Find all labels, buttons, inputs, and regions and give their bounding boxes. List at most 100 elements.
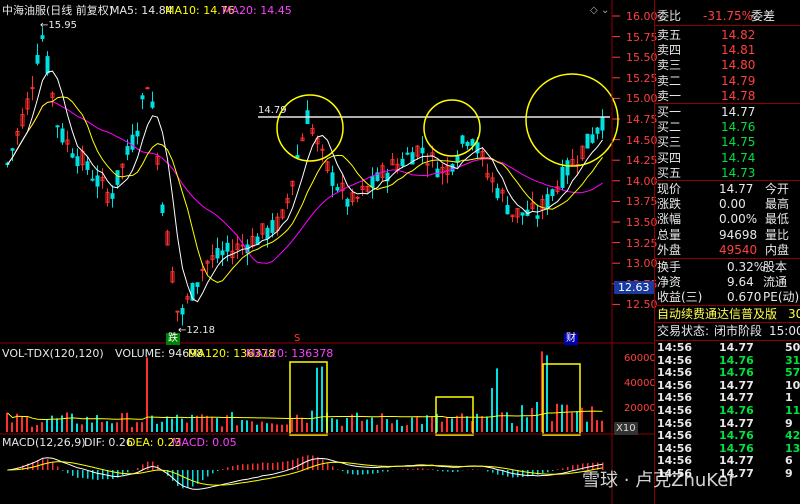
candle-body bbox=[495, 188, 500, 199]
macd-bar bbox=[367, 470, 369, 475]
volume-bar bbox=[506, 412, 508, 432]
volume-bar bbox=[206, 415, 208, 432]
macd-bar bbox=[362, 470, 364, 475]
macd-bar bbox=[287, 461, 289, 470]
volume-bar bbox=[186, 422, 188, 432]
volume-bar bbox=[491, 388, 493, 432]
candle-body bbox=[595, 127, 600, 134]
diamond-icon[interactable]: ◇ bbox=[590, 4, 598, 17]
volume-bar bbox=[121, 413, 123, 432]
candle-body bbox=[590, 134, 595, 143]
volume-bar bbox=[81, 424, 83, 432]
low-annotation: ←12.18 bbox=[178, 325, 216, 336]
macd-bar bbox=[282, 461, 284, 470]
macd-bar bbox=[72, 470, 74, 476]
volume-bar bbox=[221, 426, 223, 432]
candle-body bbox=[455, 155, 460, 163]
candle-body bbox=[535, 215, 540, 219]
macd-bar bbox=[267, 462, 269, 470]
macd-bar bbox=[352, 470, 354, 475]
volume-bar bbox=[446, 417, 448, 432]
volume-bar bbox=[251, 421, 253, 432]
macd-bar bbox=[417, 468, 419, 470]
candle-body bbox=[370, 176, 375, 188]
macd-bar bbox=[122, 470, 124, 475]
volume-bar bbox=[11, 422, 13, 432]
price-axis-label: 14.25 bbox=[626, 154, 658, 168]
volume-bar bbox=[531, 408, 533, 432]
macd-bar bbox=[552, 470, 554, 471]
candle-body bbox=[465, 141, 470, 147]
candle-body bbox=[85, 161, 90, 170]
price-axis-label: 13.00 bbox=[626, 257, 658, 271]
vol-axis-40000: 40000 bbox=[624, 378, 656, 389]
macd-bar bbox=[212, 470, 214, 474]
volume-bar bbox=[601, 420, 603, 432]
volume-bar bbox=[271, 423, 273, 432]
volume-bars bbox=[6, 351, 603, 432]
macd-bar bbox=[377, 470, 379, 474]
candle-body bbox=[265, 227, 270, 239]
candle-body bbox=[330, 172, 335, 186]
volume-bar bbox=[96, 415, 98, 432]
volume-bar bbox=[316, 367, 318, 432]
candle-body bbox=[295, 155, 300, 159]
volume-bar bbox=[311, 410, 313, 432]
volume-bar bbox=[261, 421, 263, 432]
volume-bar bbox=[571, 412, 573, 432]
watermark: 雪球 · 卢克ZhuKer bbox=[582, 470, 736, 491]
volume-bar bbox=[61, 415, 63, 432]
tick-row: 14:56 14.76 42 bbox=[657, 429, 800, 443]
volume-bar bbox=[276, 424, 278, 432]
candle-body bbox=[180, 308, 185, 315]
dif-line bbox=[7, 457, 603, 490]
volume-bar bbox=[116, 422, 118, 432]
candle-body bbox=[30, 87, 35, 90]
macd-bar bbox=[322, 459, 324, 470]
volume-bar bbox=[461, 413, 463, 432]
price-axis-label: 13.75 bbox=[626, 195, 658, 209]
macd-bar bbox=[457, 470, 459, 472]
volume-bar bbox=[131, 426, 133, 432]
volume-bar bbox=[296, 414, 298, 432]
candle-body bbox=[335, 187, 340, 191]
volume-bar bbox=[26, 416, 28, 432]
candle-body bbox=[320, 148, 325, 151]
volume-bar bbox=[451, 418, 453, 432]
volume-bar bbox=[356, 412, 358, 432]
volume-bar bbox=[161, 421, 163, 432]
trade-status-row: 交易状态: 闭市阶段 15:00 bbox=[657, 324, 800, 338]
volume-bar bbox=[231, 412, 233, 432]
renewal-notice[interactable]: 自动续费通达信普及版 30 bbox=[655, 306, 800, 322]
macd-bar bbox=[447, 470, 449, 472]
macd-bar bbox=[562, 468, 564, 470]
macd-bar bbox=[497, 470, 499, 475]
volume-bar bbox=[241, 419, 243, 432]
volume-bar bbox=[481, 416, 483, 432]
macd-bar bbox=[192, 470, 194, 487]
volume-bar bbox=[321, 366, 323, 432]
volume-bar bbox=[196, 415, 198, 432]
highlight-circle-1 bbox=[276, 94, 344, 162]
macd-bar bbox=[257, 463, 259, 470]
candle-body bbox=[345, 198, 350, 207]
volume-bar bbox=[256, 424, 258, 432]
macd-bar bbox=[567, 466, 569, 470]
macd-bars bbox=[7, 455, 604, 489]
chevron-down-icon[interactable]: ⌄ bbox=[601, 4, 609, 17]
candle-body bbox=[160, 204, 165, 213]
candle-body bbox=[450, 164, 455, 172]
volume-bar bbox=[211, 416, 213, 432]
candle-body bbox=[70, 153, 75, 158]
volume-bar bbox=[286, 424, 288, 432]
candle-body bbox=[405, 152, 410, 155]
marker-s: S bbox=[294, 333, 301, 344]
volume-bar bbox=[341, 425, 343, 432]
candle-body bbox=[140, 95, 145, 100]
volume-unit: X10 bbox=[614, 422, 638, 435]
macd-dif: DIF: 0.26 bbox=[84, 436, 133, 449]
candle-body bbox=[45, 56, 50, 74]
ask-level: 卖四 14.81 bbox=[657, 43, 756, 58]
volume-bar bbox=[111, 423, 113, 432]
candle-body bbox=[420, 147, 425, 154]
